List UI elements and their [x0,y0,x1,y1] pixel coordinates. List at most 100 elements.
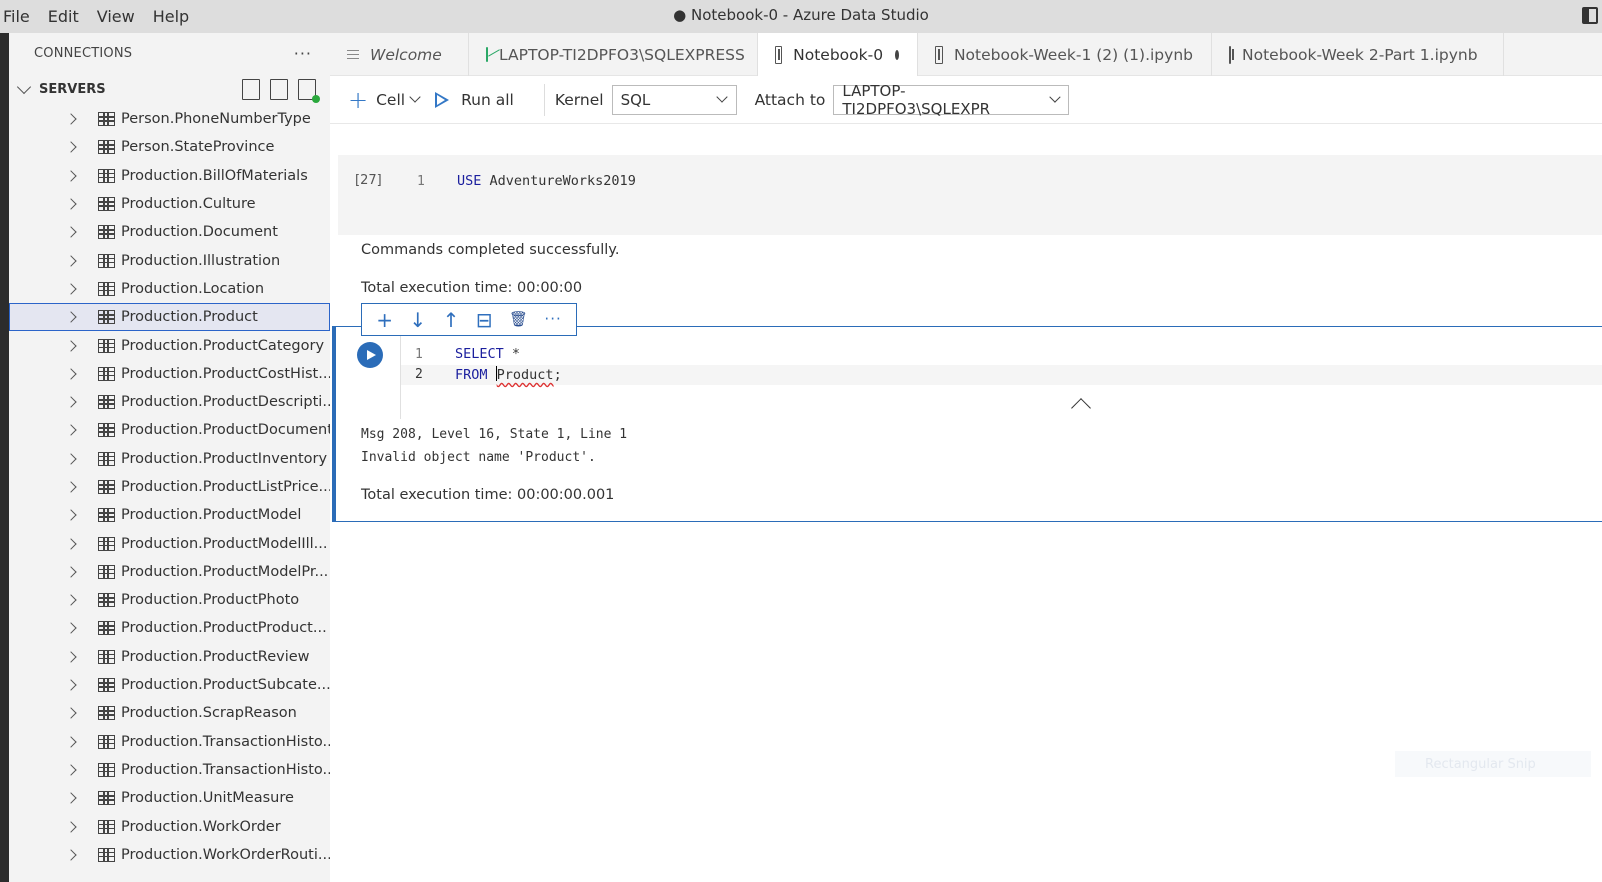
menu-view[interactable]: View [88,7,144,26]
chevron-right-icon[interactable] [65,170,77,182]
chevron-right-icon[interactable] [65,651,77,663]
active-connections-icon[interactable] [298,79,320,103]
code-line[interactable]: SELECT * [455,346,520,362]
chevron-right-icon[interactable] [65,707,77,720]
chevron-right-icon[interactable] [65,368,77,380]
add-cell-icon[interactable]: + [376,310,393,330]
chevron-right-icon[interactable] [65,424,77,437]
tree-item-table[interactable]: Production.ProductInventory [9,445,330,473]
tree-item-table[interactable]: Production.WorkOrderRouti... [9,841,330,869]
unsaved-dot-icon[interactable] [895,49,899,60]
tree-item-table[interactable]: Production.Culture [9,190,330,218]
cell-editor[interactable]: 1 SELECT * 2 FROM Product; [336,327,1602,419]
tree-item-table[interactable]: Production.ProductDocument [9,416,330,444]
menu-file[interactable]: File [0,7,39,26]
tab-welcome[interactable]: Welcome [330,33,469,76]
chevron-right-icon[interactable] [65,820,77,833]
chevron-right-icon[interactable] [65,679,77,691]
collapse-code-icon[interactable] [1071,398,1091,418]
chevron-right-icon[interactable] [65,622,77,635]
tree-item-table[interactable]: Production.TransactionHisto... [9,756,330,784]
run-cell-button[interactable] [357,342,383,368]
tree-item-table[interactable]: Production.ProductReview [9,643,330,671]
tree-item-table[interactable]: Production.BillOfMaterials [9,162,330,190]
tree-item-table[interactable]: Production.TransactionHisto... [9,728,330,756]
active-code-cell[interactable]: 1 SELECT * 2 FROM Product; Msg 208, Leve… [332,326,1602,522]
chevron-right-icon[interactable] [65,764,77,776]
tab-notebook[interactable]: Notebook-0 [758,33,918,76]
run-all-button[interactable]: Run all [435,91,514,109]
tree-item-table[interactable]: Production.UnitMeasure [9,784,330,812]
table-name: Production.TransactionHisto... [121,761,330,778]
tree-item-table[interactable]: Production.ProductProduct... [9,614,330,642]
table-icon [98,847,115,862]
chevron-right-icon[interactable] [65,736,77,748]
cell-output-exec-time: Total execution time: 00:00:00.001 [361,487,615,503]
chevron-right-icon[interactable] [65,254,77,267]
chevron-right-icon[interactable] [65,396,77,408]
delete-cell-icon[interactable]: 🗑 [509,312,528,327]
chevron-right-icon[interactable] [65,481,77,493]
split-cell-icon[interactable]: ⊟ [476,310,493,330]
tab-notebook[interactable]: Notebook-Week 2-Part 1.ipynb [1212,33,1504,76]
new-connection-icon[interactable] [242,79,260,100]
more-actions-icon[interactable]: ··· [544,312,561,327]
new-server-group-icon[interactable] [270,79,288,100]
chevron-down-icon[interactable] [16,79,32,95]
tree-item-table[interactable]: Person.PhoneNumberType [9,105,330,133]
servers-section-header[interactable]: SERVERS [9,73,330,105]
chevron-right-icon[interactable] [65,537,77,550]
chevron-right-icon[interactable] [65,198,77,210]
menu-edit[interactable]: Edit [39,7,88,26]
play-icon [435,91,450,108]
chevron-right-icon[interactable] [65,849,77,861]
chevron-right-icon[interactable] [65,113,77,125]
chevron-right-icon[interactable] [65,566,77,578]
chevron-right-icon[interactable] [65,509,77,521]
add-cell-button[interactable]: + Cell [348,85,421,114]
tree-item-table[interactable]: Production.WorkOrder [9,812,330,840]
chevron-right-icon[interactable] [65,311,77,323]
tree-item-table[interactable]: Production.ProductPhoto [9,586,330,614]
chevron-right-icon[interactable] [65,283,77,295]
tree-item-table[interactable]: Production.ProductCategory [9,331,330,359]
table-icon [98,197,115,212]
tree-item-table[interactable]: Production.Illustration [9,246,330,274]
chevron-right-icon[interactable] [65,594,77,606]
more-actions-icon[interactable]: ··· [294,44,312,63]
tree-item-table[interactable]: Production.ProductListPrice... [9,473,330,501]
menu-help[interactable]: Help [144,7,198,26]
tab-notebook[interactable]: Notebook-Week-1 (2) (1).ipynb [918,33,1212,76]
tree-item-table[interactable]: Production.Product [9,303,330,332]
tree-item-table[interactable]: Production.ProductModelPr... [9,558,330,586]
attach-select[interactable]: LAPTOP-TI2DPFO3\SQLEXPR [833,82,1070,118]
chevron-right-icon[interactable] [65,453,77,465]
code-cell[interactable]: [27] 1 USE AdventureWorks2019 [338,155,1602,235]
chevron-right-icon[interactable] [65,339,77,352]
sql-keyword: SELECT [455,346,504,362]
tree-item-table[interactable]: Production.ProductModelIll... [9,529,330,557]
chevron-right-icon[interactable] [65,792,77,804]
table-name: Production.ProductDescripti... [121,394,330,411]
tree-item-table[interactable]: Production.ProductSubcate... [9,671,330,699]
tree-item-table[interactable]: Production.Document [9,218,330,246]
kernel-select[interactable]: SQL [611,84,737,115]
move-up-icon[interactable]: ↑ [443,310,460,330]
plus-icon: + [348,85,369,114]
code-line[interactable]: USE AdventureWorks2019 [457,173,636,189]
move-down-icon[interactable]: ↓ [409,310,426,330]
tree-item-table[interactable]: Person.StateProvince [9,133,330,161]
tree-item-table[interactable]: Production.ScrapReason [9,699,330,727]
table-icon [98,791,115,806]
tree-item-table[interactable]: Production.ProductModel [9,501,330,529]
notebook-icon [775,45,783,64]
code-line[interactable]: FROM Product; [455,366,562,383]
tree-item-table[interactable]: Production.Location [9,275,330,303]
tree-item-table[interactable]: Production.ProductCostHist... [9,360,330,388]
error-message-line: Invalid object name 'Product'. [361,450,596,465]
toggle-layout-icon[interactable] [1582,7,1598,24]
tree-item-table[interactable]: Production.ProductDescripti... [9,388,330,416]
chevron-right-icon[interactable] [65,141,77,154]
tab-server-dashboard[interactable]: LAPTOP-TI2DPFO3\SQLEXPRESS [469,33,758,76]
chevron-right-icon[interactable] [65,226,77,238]
